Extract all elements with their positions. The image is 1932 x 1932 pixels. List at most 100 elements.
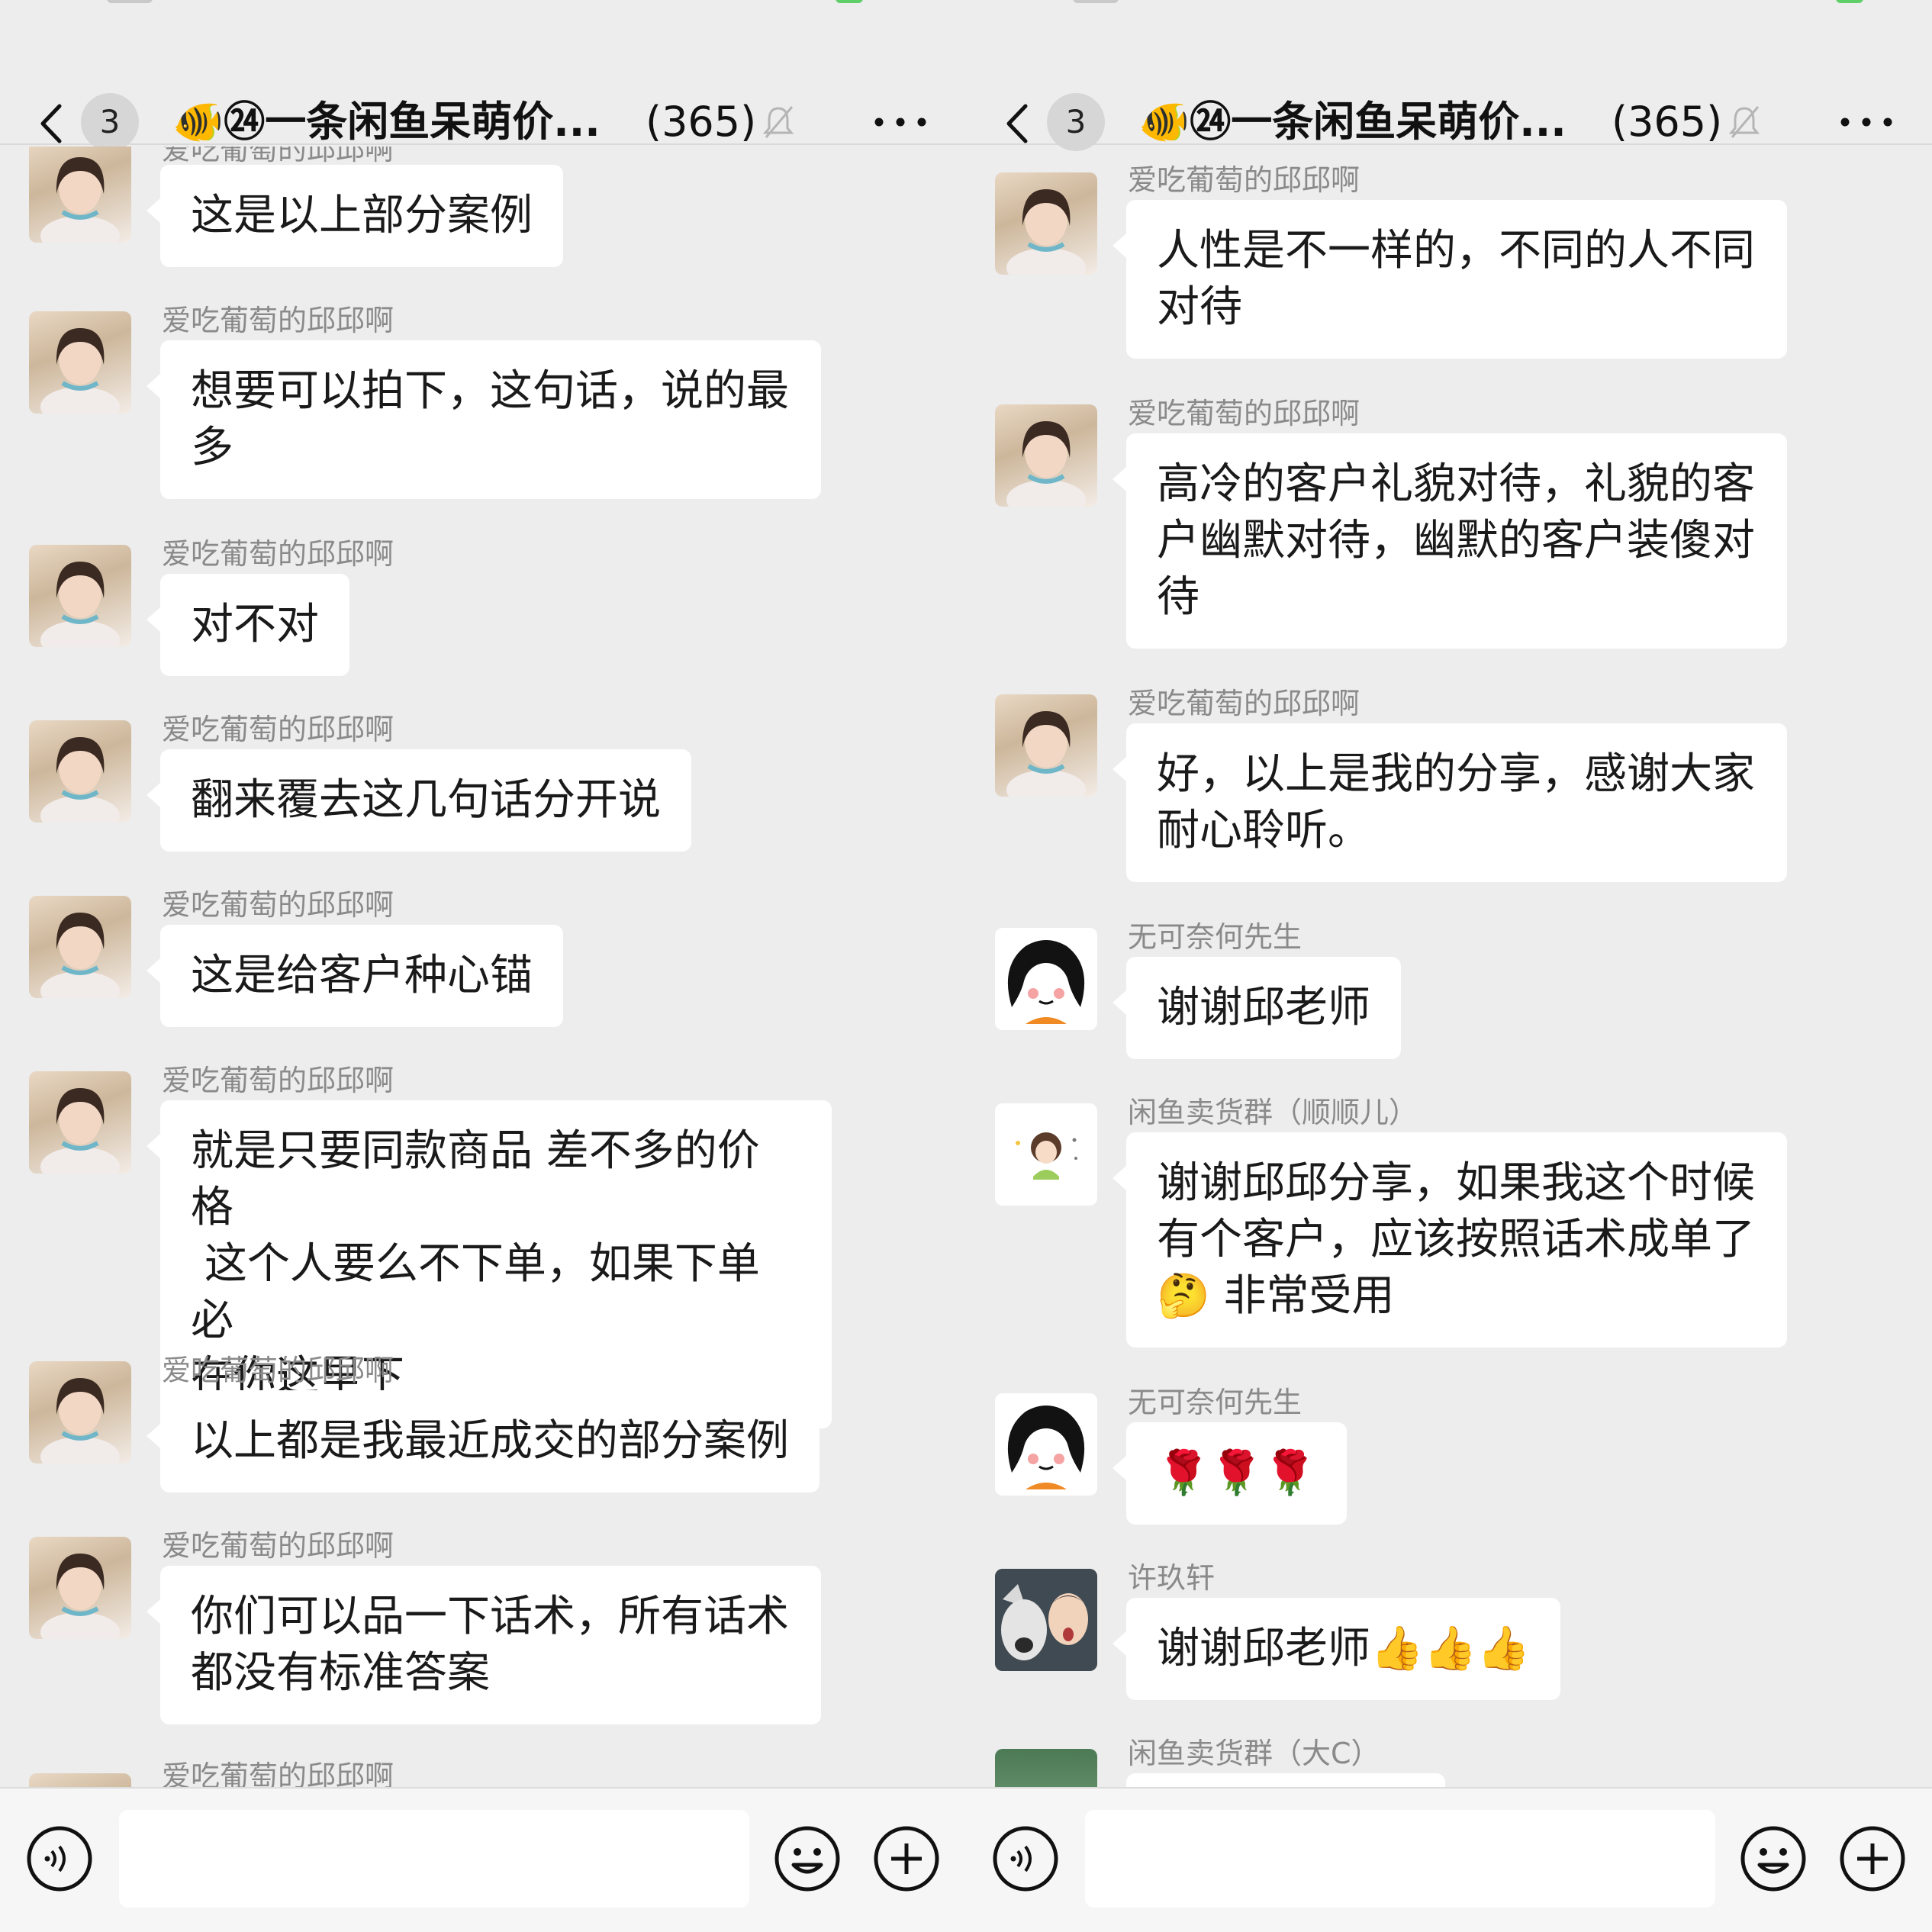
back-arrow-icon[interactable] <box>37 103 67 144</box>
message-text: 人性是不一样的，不同的人不同 <box>1157 226 1755 275</box>
plus-icon[interactable] <box>1839 1825 1906 1892</box>
sender-name: 爱吃葡萄的邱邱啊 <box>162 888 394 922</box>
girl-avatar-icon <box>40 737 120 823</box>
avatar[interactable] <box>29 545 131 647</box>
battery-icon <box>836 0 863 3</box>
input-bar <box>0 1787 966 1932</box>
message-bubble[interactable]: 你们可以品一下话术，所有话术 都没有标准答案 <box>147 1566 821 1724</box>
message-text: 都没有标准答案 <box>191 1648 490 1698</box>
message-text: 耐心聆听。 <box>1157 806 1370 855</box>
girl-avatar-icon <box>40 913 120 998</box>
message-bubble[interactable]: 好，以上是我的分享，感谢大家 耐心聆听。 <box>1113 723 1787 882</box>
message-bubble[interactable]: 谢谢邱邱分享，如果我这个时候 有个客户，应该按照话术成单了 🤔 非常受用 <box>1113 1132 1787 1348</box>
message-bubble[interactable]: 想要可以拍下，这句话，说的最 多 <box>147 340 821 499</box>
message-bubble[interactable]: 对不对 <box>147 574 349 676</box>
avatar[interactable] <box>995 1569 1097 1671</box>
girl-avatar-icon <box>40 1088 120 1174</box>
message-list[interactable]: 爱吃葡萄的邱邱啊 这是以上部分案例 爱吃葡萄的邱邱啊 想要可以拍下，这句话，说的… <box>0 147 966 1787</box>
avatar[interactable] <box>995 1103 1097 1206</box>
avatar[interactable] <box>29 1773 131 1787</box>
message-bubble[interactable]: 以上都是我最近成交的部分案例 <box>147 1390 819 1492</box>
avatar[interactable] <box>29 720 131 823</box>
girl-avatar-icon <box>1006 189 1086 275</box>
girl-avatar-icon <box>1006 711 1086 797</box>
mute-bell-icon <box>1728 106 1760 138</box>
back-arrow-icon[interactable] <box>1003 103 1033 144</box>
member-count: (365) <box>646 98 757 146</box>
message-text: 对待 <box>1157 282 1242 332</box>
avatar[interactable] <box>995 694 1097 797</box>
avatar[interactable] <box>995 928 1097 1030</box>
message-text: 🌹🌹🌹 <box>1157 1448 1317 1498</box>
chat-header: 3 🐠㉔一条闲鱼呆萌价... (365) <box>0 31 966 151</box>
plus-icon[interactable] <box>873 1825 940 1892</box>
girl-avatar-icon <box>40 1378 120 1463</box>
girl-avatar-icon <box>40 157 120 243</box>
message-text: 这是以上部分案例 <box>191 191 533 240</box>
avatar[interactable] <box>995 172 1097 275</box>
mute-bell-icon <box>762 106 794 138</box>
message-bubble[interactable]: 人性是不一样的，不同的人不同 对待 <box>1113 200 1787 359</box>
girl-avatar-icon <box>1006 421 1086 507</box>
sender-name: 爱吃葡萄的邱邱啊 <box>162 1760 394 1787</box>
message-bubble[interactable]: 这是给客户种心锚 <box>147 925 563 1027</box>
message-list[interactable]: 爱吃葡萄的邱邱啊 人性是不一样的，不同的人不同 对待 爱吃葡萄的邱邱啊 高冷的客… <box>966 147 1932 1787</box>
message-input[interactable] <box>1085 1810 1715 1908</box>
chat-header: 3 🐠㉔一条闲鱼呆萌价... (365) <box>966 31 1932 151</box>
more-icon[interactable] <box>870 107 931 137</box>
sender-name: 爱吃葡萄的邱邱啊 <box>1128 163 1360 197</box>
sender-name: 无可奈何先生 <box>1128 1386 1302 1419</box>
message-text: 就是只要同款商品 差不多的价格 <box>191 1126 760 1232</box>
message-text: 这个人要么不下单，如果下单必 <box>191 1239 760 1345</box>
avatar[interactable] <box>995 1393 1097 1496</box>
avatar[interactable] <box>29 147 131 243</box>
message-text: 户幽默对待，幽默的客户装傻对 <box>1157 516 1755 565</box>
message-bubble[interactable]: 这是以上部分案例 <box>147 165 563 267</box>
message-text: 🤔 非常受用 <box>1157 1271 1395 1321</box>
more-icon[interactable] <box>1836 107 1897 137</box>
cartoon-face-icon <box>1007 1406 1085 1489</box>
status-indicator <box>107 0 153 3</box>
message-bubble[interactable]: 🌹🌹🌹 <box>1112 1422 1348 1525</box>
unread-badge[interactable]: 3 <box>81 93 139 151</box>
sender-name: 无可奈何先生 <box>1128 920 1302 954</box>
voice-icon[interactable] <box>992 1825 1059 1892</box>
message-bubble[interactable]: 翻来覆去这几句话分开说 <box>147 749 691 852</box>
sender-name: 闲鱼卖货群（顺顺儿） <box>1128 1096 1418 1129</box>
message-text: 谢谢邱老师 <box>1157 983 1370 1032</box>
avatar[interactable] <box>995 404 1097 507</box>
message-text: 你们可以品一下话术，所有话术 <box>191 1592 789 1641</box>
sender-name: 许玖轩 <box>1128 1561 1216 1595</box>
message-text: 谢谢邱老师👍👍👍 <box>1157 1624 1531 1673</box>
chat-panel-left: 3 🐠㉔一条闲鱼呆萌价... (365) 爱吃葡萄的邱邱啊 这是以上部分案例 爱… <box>0 0 966 1932</box>
message-bubble[interactable]: 谢谢邱老师👍👍👍 <box>1112 1598 1561 1700</box>
message-text: 待 <box>1157 572 1199 622</box>
message-text: 谢谢邱邱分享，如果我这个时候 <box>1157 1158 1755 1208</box>
message-input[interactable] <box>119 1810 749 1908</box>
message-text: 好，以上是我的分享，感谢大家 <box>1157 749 1755 799</box>
message-bubble[interactable]: 谢谢邱老师 <box>1113 957 1401 1059</box>
girl-avatar-icon <box>40 562 120 647</box>
message-bubble[interactable] <box>1126 1773 1445 1787</box>
girl-avatar-icon <box>40 1554 120 1639</box>
avatar[interactable] <box>29 311 131 414</box>
avatar[interactable] <box>29 1361 131 1463</box>
avatar[interactable] <box>995 1749 1097 1787</box>
voice-icon[interactable] <box>26 1825 93 1892</box>
cartoon-face-icon <box>1007 940 1085 1024</box>
message-text: 想要可以拍下，这句话，说的最 <box>191 366 789 416</box>
avatar[interactable] <box>29 1071 131 1174</box>
avatar[interactable] <box>29 1537 131 1639</box>
emoji-icon[interactable] <box>1740 1825 1807 1892</box>
message-bubble[interactable]: 高冷的客户礼貌对待，礼貌的客 户幽默对待，幽默的客户装傻对 待 <box>1113 433 1787 649</box>
message-text: 这是给客户种心锚 <box>191 951 533 1000</box>
sender-name: 爱吃葡萄的邱邱啊 <box>162 713 394 746</box>
member-count: (365) <box>1612 98 1723 146</box>
status-bar <box>966 0 1932 23</box>
message-text: 有个客户，应该按照话术成单了 <box>1157 1215 1755 1264</box>
message-text: 多 <box>191 423 233 472</box>
unread-badge[interactable]: 3 <box>1047 93 1105 151</box>
sender-name: 爱吃葡萄的邱邱啊 <box>162 537 394 571</box>
emoji-icon[interactable] <box>774 1825 841 1892</box>
avatar[interactable] <box>29 896 131 998</box>
